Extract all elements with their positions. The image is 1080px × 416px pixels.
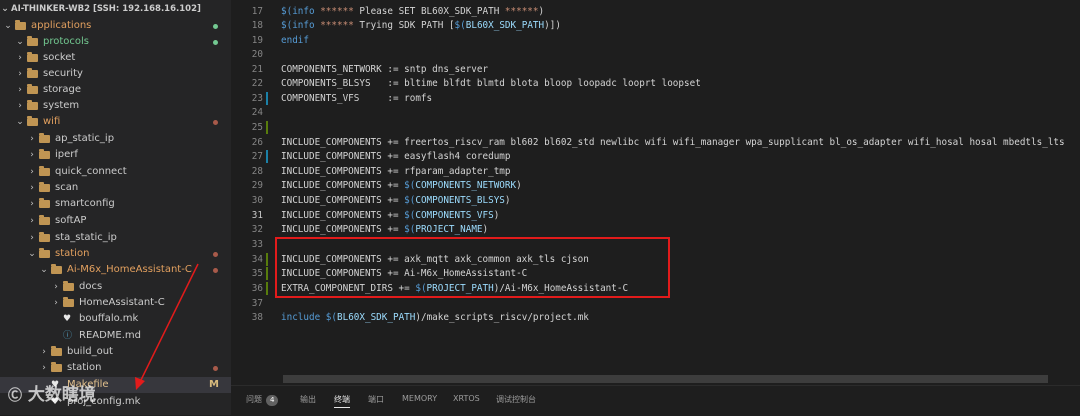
annotation-arrow: [135, 263, 199, 390]
watermark-logo-icon: Ⓒ: [8, 388, 22, 404]
watermark-text: 大数瞎境: [27, 385, 96, 405]
watermark: Ⓒ 大数瞎境: [8, 380, 96, 405]
